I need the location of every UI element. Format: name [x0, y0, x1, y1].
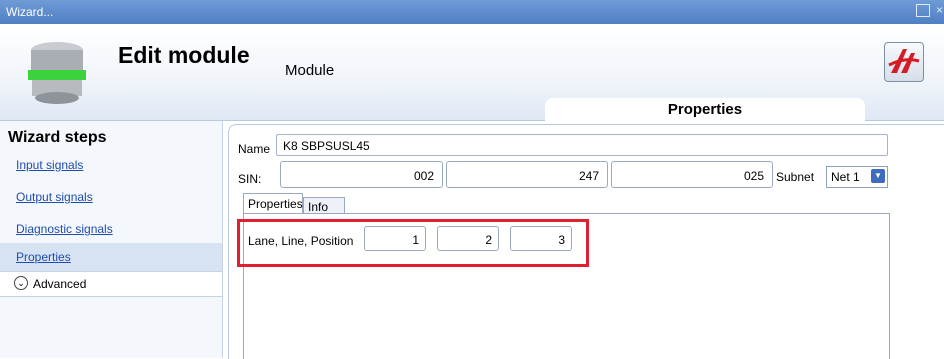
module-label: Module	[285, 62, 335, 79]
window-titlebar: Wizard... ×	[0, 0, 944, 24]
advanced-label: Advanced	[33, 277, 87, 291]
position-field[interactable]: 3	[510, 226, 572, 251]
subnet-label: Subnet	[776, 170, 815, 184]
lane-value: 1	[412, 233, 419, 247]
sidebar-item-output-signals[interactable]: Output signals	[0, 183, 222, 211]
wizard-steps-heading: Wizard steps	[8, 129, 107, 146]
chevron-down-icon[interactable]: ▼	[871, 169, 885, 183]
sidebar-item-label[interactable]: Input signals	[16, 158, 83, 172]
logo-button[interactable]	[884, 42, 924, 82]
lane-field[interactable]: 1	[364, 226, 426, 251]
maximize-icon[interactable]	[916, 4, 930, 17]
advanced-expander[interactable]: ⌄ Advanced	[0, 271, 222, 297]
position-value: 3	[558, 233, 565, 247]
sidebar-item-label[interactable]: Properties	[16, 250, 71, 264]
tab-info[interactable]: Info	[303, 197, 345, 214]
position-label: Lane, Line, Position	[248, 234, 354, 248]
tab-properties[interactable]: Properties	[243, 193, 303, 214]
wizard-header: Edit module Module Properties	[0, 24, 944, 122]
window-title: Wizard...	[6, 5, 54, 19]
brand-logo-icon	[888, 49, 920, 73]
device-image-icon	[28, 42, 86, 104]
subnet-select[interactable]: Net 1 ▼	[826, 166, 888, 188]
tab-label: Properties	[248, 197, 303, 211]
name-label: Name	[238, 142, 271, 156]
sin-label: SIN:	[238, 172, 262, 186]
sidebar-item-properties[interactable]: Properties	[0, 243, 222, 271]
properties-header-tab: Properties	[545, 98, 865, 122]
sin-field-1[interactable]: 002	[280, 161, 443, 188]
sidebar-item-label[interactable]: Output signals	[16, 190, 93, 204]
sidebar-item-diagnostic-signals[interactable]: Diagnostic signals	[0, 215, 222, 243]
chevron-down-icon[interactable]: ⌄	[14, 276, 28, 290]
line-field[interactable]: 2	[437, 226, 499, 251]
sin-value: 247	[578, 169, 599, 183]
sin-field-3[interactable]: 025	[611, 161, 773, 188]
subnet-value: Net 1	[831, 170, 860, 184]
sin-value: 025	[743, 169, 764, 183]
wizard-steps-sidebar: Wizard steps Input signals Output signal…	[0, 121, 223, 358]
sin-field-2[interactable]: 247	[446, 161, 608, 188]
sin-value: 002	[413, 169, 434, 183]
line-value: 2	[485, 233, 492, 247]
sidebar-item-input-signals[interactable]: Input signals	[0, 151, 222, 179]
tab-label: Info	[308, 200, 329, 214]
close-icon[interactable]: ×	[936, 3, 944, 19]
name-field[interactable]: K8 SBPSUSL45	[276, 134, 888, 156]
sidebar-item-label[interactable]: Diagnostic signals	[16, 222, 113, 236]
name-value: K8 SBPSUSL45	[283, 139, 370, 153]
page-title: Edit module	[118, 42, 250, 68]
